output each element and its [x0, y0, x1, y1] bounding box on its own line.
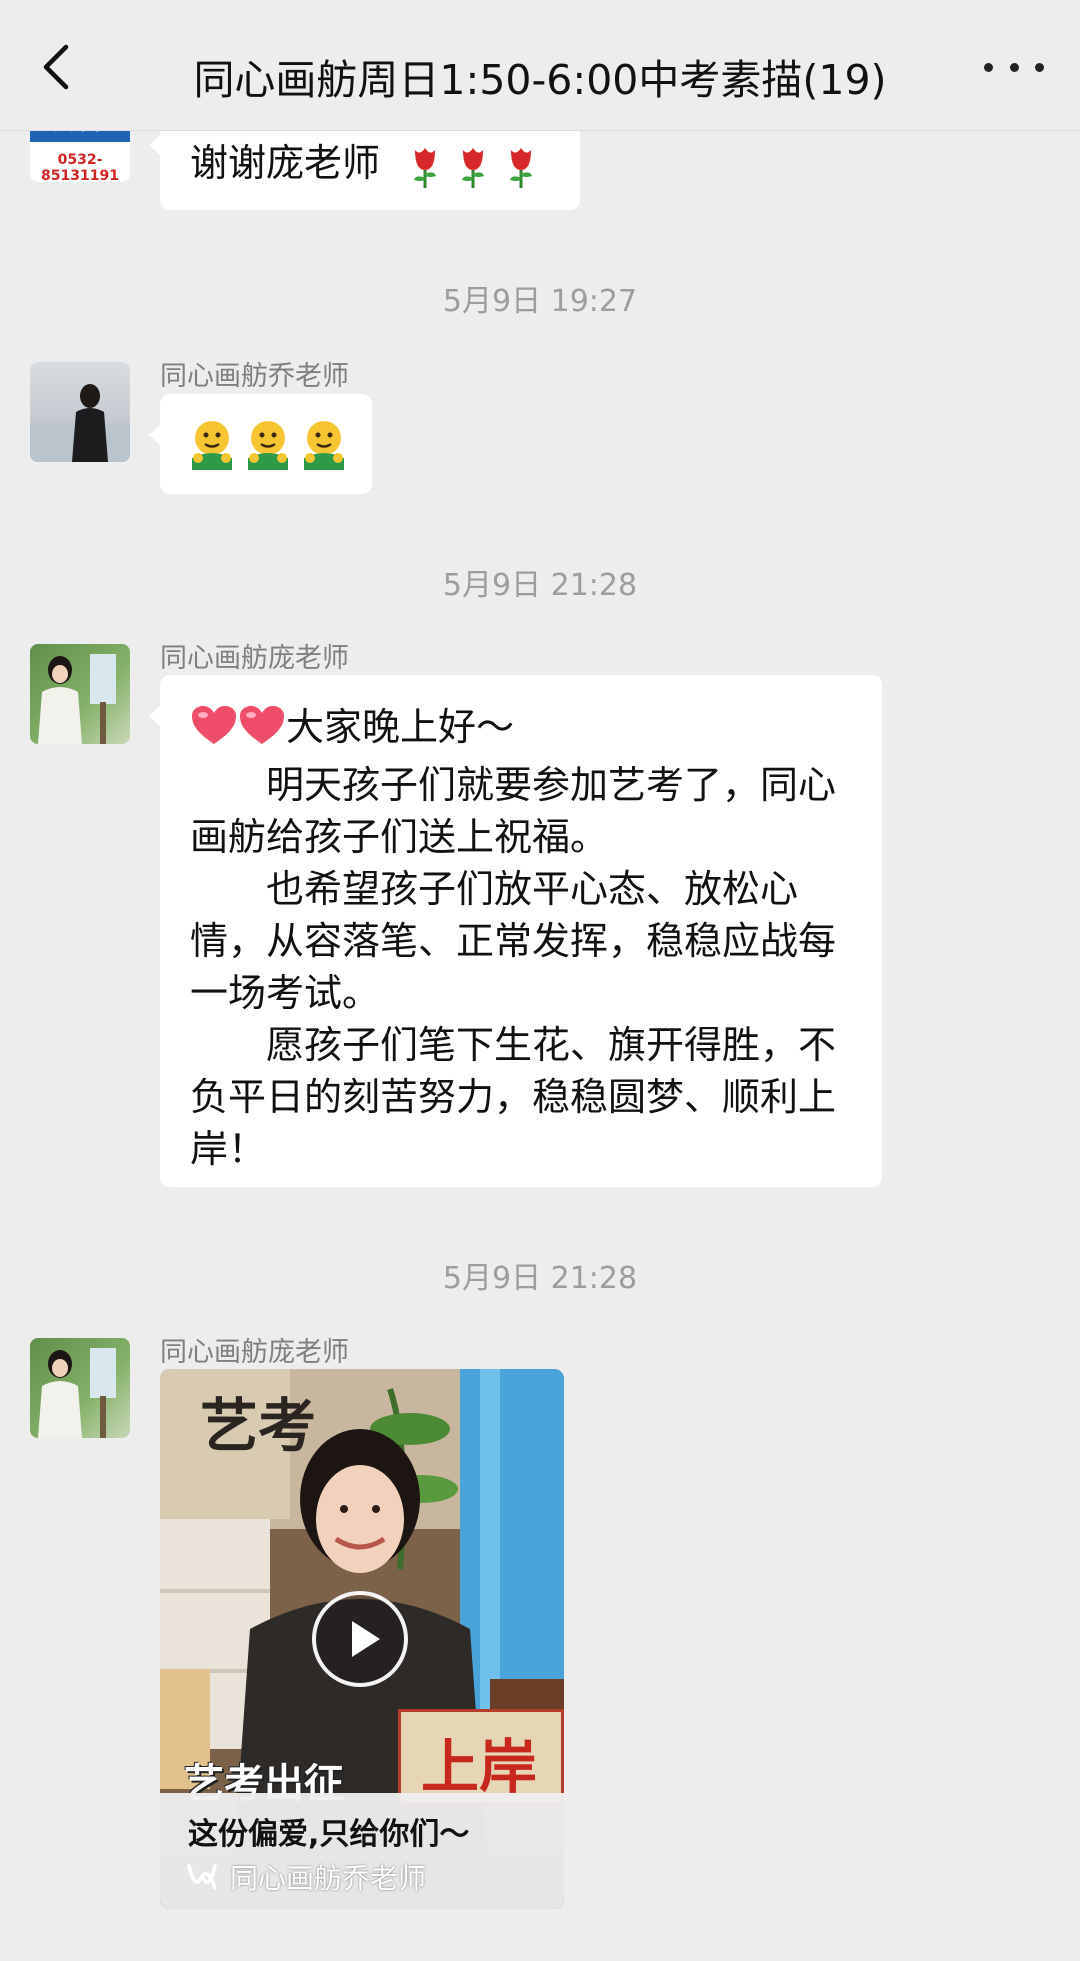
- chevron-left-icon: [43, 44, 69, 90]
- message-bubble[interactable]: 大家晚上好～ 明天孩子们就要参加艺考了，同心画舫给孩子们送上祝福。 也希望孩子们…: [149, 675, 882, 1187]
- avatar-portrait: [38, 654, 116, 744]
- video-corner-text: 艺考: [200, 1392, 317, 1460]
- avatar[interactable]: [30, 1338, 130, 1438]
- rose-icon: [506, 144, 536, 188]
- more-dots-icon: [984, 62, 993, 72]
- timestamp: 5月9日 21:28: [442, 1261, 638, 1296]
- sender-name: 同心画舫乔老师: [160, 361, 349, 392]
- message-text: 谢谢庞老师: [190, 141, 381, 185]
- chat-title: 同心画舫周日1:50-6:00中考素描(19): [193, 56, 887, 104]
- timestamp: 5月9日 19:27: [442, 284, 638, 319]
- avatar-portrait: [30, 384, 130, 462]
- heart-icon: [238, 704, 286, 759]
- avatar-phone: 0532-85131191: [41, 152, 119, 182]
- avatar-portrait: [38, 1348, 116, 1438]
- back-button[interactable]: [30, 40, 80, 94]
- hugging-face-icon: [304, 421, 344, 470]
- sender-name: 同心画舫庞老师: [160, 643, 349, 674]
- video-source[interactable]: 同心画舫乔老师: [186, 1857, 426, 1897]
- hugging-face-icon: [192, 421, 232, 470]
- chat-header: 同心画舫周日1:50-6:00中考素描(19): [0, 0, 1080, 131]
- heart-icon: [190, 704, 238, 759]
- rose-icon: [458, 144, 488, 188]
- timestamp: 5月9日 21:28: [442, 568, 638, 603]
- channels-icon: [187, 1864, 217, 1890]
- hugging-face-icon: [248, 421, 288, 470]
- message-bubble[interactable]: [149, 394, 372, 494]
- video-caption-bar: 这份偏爱,只给你们～ 同心画舫乔老师: [160, 1793, 564, 1909]
- rose-icon: [410, 144, 440, 188]
- avatar[interactable]: [30, 644, 130, 744]
- message-text-row: 谢谢庞老师: [190, 132, 536, 188]
- video-source-name: 同心画舫乔老师: [230, 1862, 427, 1895]
- avatar[interactable]: [30, 362, 130, 462]
- more-options-button[interactable]: [984, 54, 1044, 80]
- video-sign: 上岸: [398, 1709, 564, 1805]
- video-caption: 这份偏爱,只给你们～: [188, 1817, 470, 1852]
- emoji-row: [188, 418, 348, 470]
- video-card[interactable]: 艺考 上岸 艺考出征 这份偏爱,只给你们～ 同心画舫乔老师: [160, 1369, 564, 1909]
- sender-name: 同心画舫庞老师: [160, 1337, 349, 1368]
- message-text-block: 大家晚上好～ 明天孩子们就要参加艺考了，同心画舫给孩子们送上祝福。 也希望孩子们…: [190, 701, 856, 1175]
- message-text: 大家晚上好～ 明天孩子们就要参加艺考了，同心画舫给孩子们送上祝福。 也希望孩子们…: [190, 705, 837, 1171]
- play-icon[interactable]: [312, 1591, 408, 1687]
